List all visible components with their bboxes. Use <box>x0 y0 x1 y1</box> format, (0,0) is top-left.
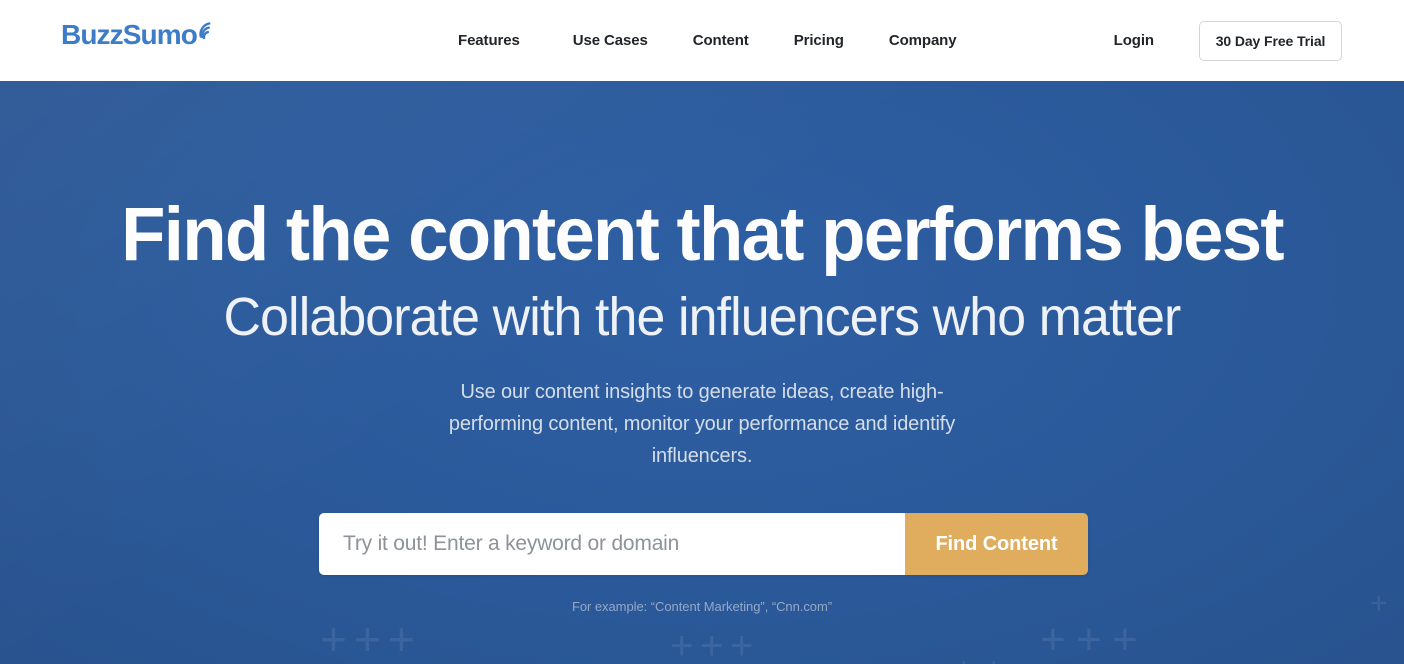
nav-item-pricing[interactable]: Pricing <box>794 32 844 49</box>
site-header: BuzzSumo Features Use Cases Content Pric… <box>0 0 1404 81</box>
landing-page: BuzzSumo Features Use Cases Content Pric… <box>0 0 1404 664</box>
hero-search-form: Find Content <box>319 513 1088 575</box>
free-trial-button[interactable]: 30 Day Free Trial <box>1199 20 1342 61</box>
header-actions: Login 30 Day Free Trial <box>1114 0 1342 81</box>
hero-headline: Find the content that performs best <box>121 192 1284 277</box>
hero-description: Use our content insights to generate ide… <box>448 381 956 467</box>
brand-logo-text: BuzzSumo <box>61 19 198 50</box>
search-input[interactable] <box>319 513 905 575</box>
hero-content: Find the content that performs best Coll… <box>0 81 1404 664</box>
brand-logo[interactable]: BuzzSumo <box>61 21 222 49</box>
hero-subheadline: Collaborate with the influencers who mat… <box>223 287 1182 347</box>
nav-item-company[interactable]: Company <box>889 32 957 49</box>
main-navigation: Features Use Cases Content Pricing Compa… <box>458 0 957 81</box>
hero-section: + + + + + + + + + + + + + + Find the con… <box>0 81 1404 664</box>
wifi-signal-icon <box>196 18 222 44</box>
search-example-hint: For example: “Content Marketing”, “Cnn.c… <box>571 599 833 614</box>
nav-item-features[interactable]: Features <box>458 32 520 49</box>
nav-item-content[interactable]: Content <box>693 32 749 49</box>
login-link[interactable]: Login <box>1114 32 1154 49</box>
find-content-button[interactable]: Find Content <box>905 513 1088 575</box>
nav-item-use-cases[interactable]: Use Cases <box>573 32 648 49</box>
